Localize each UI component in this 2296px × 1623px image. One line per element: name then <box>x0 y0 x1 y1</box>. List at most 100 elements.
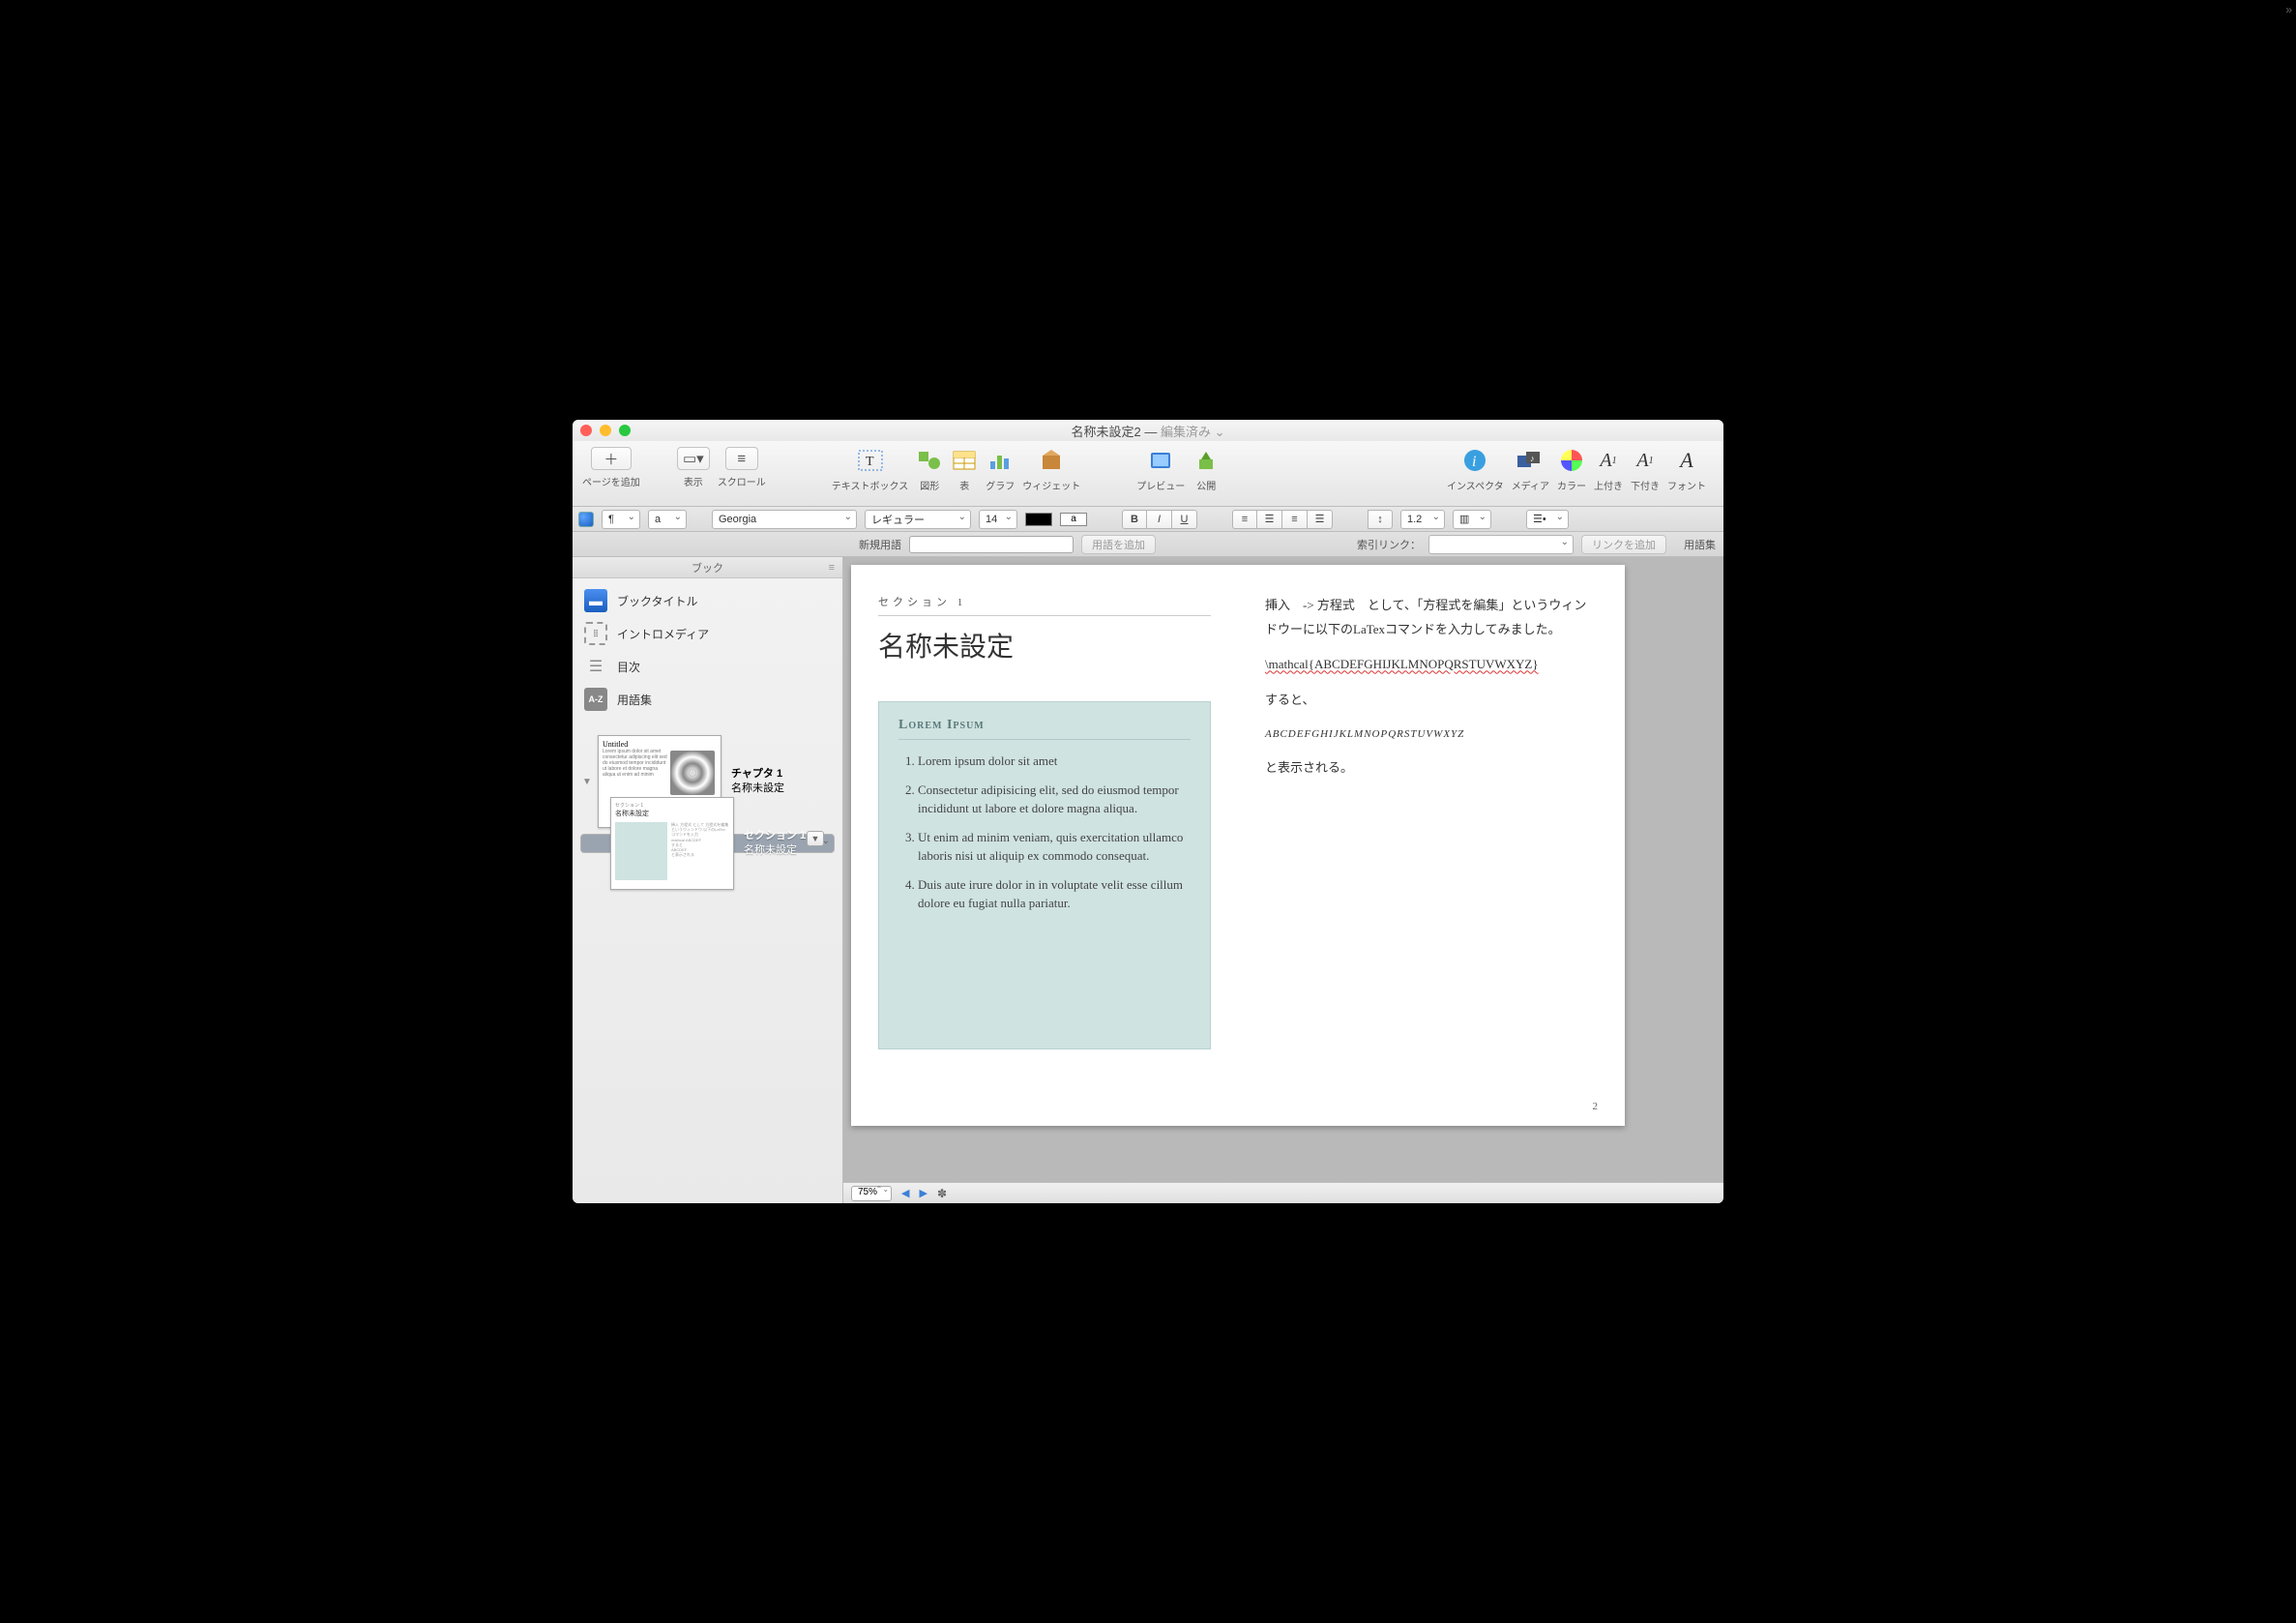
dropdown-icon[interactable]: ▼ <box>807 831 824 846</box>
subscript-icon[interactable]: A1 <box>1632 447 1659 474</box>
align-center-button[interactable]: ☰ <box>1257 510 1282 529</box>
list-item: Duis aute irure dolor in in voluptate ve… <box>918 875 1191 913</box>
add-link-button[interactable]: リンクを追加 <box>1581 535 1666 554</box>
paragraph-marks-toggle[interactable] <box>578 512 594 527</box>
columns-select[interactable]: ▥ <box>1453 510 1491 529</box>
chart-icon[interactable] <box>986 447 1014 474</box>
page[interactable]: セクション 1 名称未設定 Lorem Ipsum Lorem ipsum do… <box>851 565 1625 1126</box>
sidebar-item-book-title[interactable]: ▬ ブックタイトル <box>573 584 842 617</box>
app-window: 名称未設定2 — 編集済み ⌄ ＋ ページを追加 ▭▾ 表示 ≡ スクロール T… <box>573 420 1723 1203</box>
text-color-swatch[interactable] <box>1025 513 1052 526</box>
list-style-select[interactable]: ¶ <box>602 510 640 529</box>
font-icon[interactable]: A <box>1673 447 1700 474</box>
list-item: Ut enim ad minim veniam, quis exercitati… <box>918 828 1191 866</box>
preview-icon[interactable] <box>1147 447 1174 474</box>
zoom-select[interactable]: 75% <box>851 1186 892 1201</box>
textbox-icon[interactable]: T <box>857 447 884 474</box>
glossary-label: 用語集 <box>1684 537 1716 552</box>
align-right-button[interactable]: ≡ <box>1282 510 1308 529</box>
preview-label: プレビュー <box>1136 478 1185 492</box>
view-button[interactable]: ▭▾ <box>677 447 710 470</box>
textbox-label: テキストボックス <box>832 478 908 492</box>
glossary-bar: 新規用語 用語を追加 索引リンク： リンクを追加 用語集 » <box>573 532 1723 557</box>
titlebar: 名称未設定2 — 編集済み ⌄ <box>573 420 1723 441</box>
widget-icon[interactable] <box>1038 447 1065 474</box>
list-format-select[interactable]: ☰• <box>1526 510 1569 529</box>
scroll-button[interactable]: ≡ <box>725 447 758 470</box>
view-label: 表示 <box>684 474 703 488</box>
superscript-label: 上付き <box>1594 478 1623 492</box>
table-icon[interactable] <box>951 447 978 474</box>
page-heading[interactable]: 名称未設定 <box>878 626 1211 664</box>
new-term-label: 新規用語 <box>859 537 901 552</box>
filmstrip-icon: ⦙⦙ <box>584 622 607 645</box>
next-page-icon[interactable]: ▶ <box>919 1187 927 1199</box>
new-term-input[interactable] <box>909 536 1074 553</box>
glossary-icon: A-Z <box>584 688 607 711</box>
sidebar-item-label: ブックタイトル <box>617 593 698 609</box>
shapes-icon[interactable] <box>916 447 943 474</box>
bold-button[interactable]: B <box>1122 510 1147 529</box>
toolbar: ＋ ページを追加 ▭▾ 表示 ≡ スクロール T テキストボックス 図形 表 <box>573 441 1723 507</box>
align-justify-button[interactable]: ☰ <box>1308 510 1333 529</box>
sidebar-item-label: イントロメディア <box>617 626 709 642</box>
add-page-button[interactable]: ＋ <box>591 447 632 470</box>
color-label: カラー <box>1557 478 1586 492</box>
minimize-icon[interactable] <box>600 425 611 436</box>
format-bar: ¶ a Georgia レギュラー 14 a B I U ≡ ☰ ≡ ☰ ↕ 1… <box>573 507 1723 532</box>
gear-icon[interactable]: ✽ <box>937 1187 947 1200</box>
body-text[interactable]: 挿入 -> 方程式 として、「方程式を編集」というウィンドウーに以下のLaTex… <box>1238 565 1625 1126</box>
superscript-icon[interactable]: A1 <box>1595 447 1622 474</box>
canvas: セクション 1 名称未設定 Lorem Ipsum Lorem ipsum do… <box>843 557 1723 1203</box>
font-size-select[interactable]: 14 <box>979 510 1017 529</box>
scroll-label: スクロール <box>718 474 766 488</box>
zoom-icon[interactable] <box>619 425 631 436</box>
sidebar-item-intro-media[interactable]: ⦙⦙ イントロメディア <box>573 617 842 650</box>
underline-button[interactable]: U <box>1172 510 1197 529</box>
sidebar-item-label: 目次 <box>617 659 640 675</box>
font-weight-select[interactable]: レギュラー <box>865 510 971 529</box>
svg-text:♪: ♪ <box>1530 454 1535 463</box>
color-icon[interactable] <box>1558 447 1585 474</box>
svg-text:i: i <box>1472 454 1476 470</box>
media-label: メディア <box>1512 478 1549 492</box>
statusbar: 75% ◀ ▶ ✽ <box>843 1182 1723 1203</box>
book-icon: ▬ <box>584 589 607 612</box>
callout-title: Lorem Ipsum <box>898 718 1191 740</box>
thumb-section-1[interactable]: 2 セクション 1 名称未設定 挿入 方程式 として 方程式を編集 というウィン… <box>580 834 835 853</box>
index-link-label: 索引リンク： <box>1357 537 1421 552</box>
inspector-icon[interactable]: i <box>1461 447 1488 474</box>
widget-label: ウィジェット <box>1022 478 1080 492</box>
sidebar-item-toc[interactable]: ☰ 目次 <box>573 650 842 683</box>
sidebar-item-label: 用語集 <box>617 692 652 708</box>
close-icon[interactable] <box>580 425 592 436</box>
line-spacing-select[interactable]: 1.2 <box>1400 510 1445 529</box>
table-label: 表 <box>959 478 969 492</box>
italic-button[interactable]: I <box>1147 510 1172 529</box>
sidebar-header: ブック <box>573 557 842 578</box>
bg-color-swatch[interactable]: a <box>1060 513 1087 526</box>
section-label: セクション 1 <box>878 594 1211 616</box>
line-spacing-icon[interactable]: ↕ <box>1368 510 1393 529</box>
callout-box[interactable]: Lorem Ipsum Lorem ipsum dolor sit amet C… <box>878 701 1211 1049</box>
svg-text:T: T <box>866 455 874 469</box>
toc-icon: ☰ <box>584 655 607 678</box>
font-label: フォント <box>1667 478 1706 492</box>
sidebar-item-glossary[interactable]: A-Z 用語集 <box>573 683 842 716</box>
media-icon[interactable]: ♪ <box>1516 447 1544 474</box>
text-style-select[interactable]: a <box>648 510 687 529</box>
index-link-select[interactable] <box>1428 535 1574 554</box>
add-term-button[interactable]: 用語を追加 <box>1081 535 1156 554</box>
shapes-label: 図形 <box>920 478 939 492</box>
prev-page-icon[interactable]: ◀ <box>901 1187 909 1199</box>
publish-icon[interactable] <box>1192 447 1220 474</box>
inspector-label: インスペクタ <box>1447 478 1504 492</box>
publish-label: 公開 <box>1196 478 1216 492</box>
add-page-label: ページを追加 <box>582 474 640 488</box>
window-title: 名称未設定2 — 編集済み ⌄ <box>573 422 1723 440</box>
chart-label: グラフ <box>986 478 1015 492</box>
collapse-icon[interactable]: ▼ <box>582 777 592 787</box>
list-item: Lorem ipsum dolor sit amet <box>918 752 1191 771</box>
font-family-select[interactable]: Georgia <box>712 510 857 529</box>
align-left-button[interactable]: ≡ <box>1232 510 1257 529</box>
